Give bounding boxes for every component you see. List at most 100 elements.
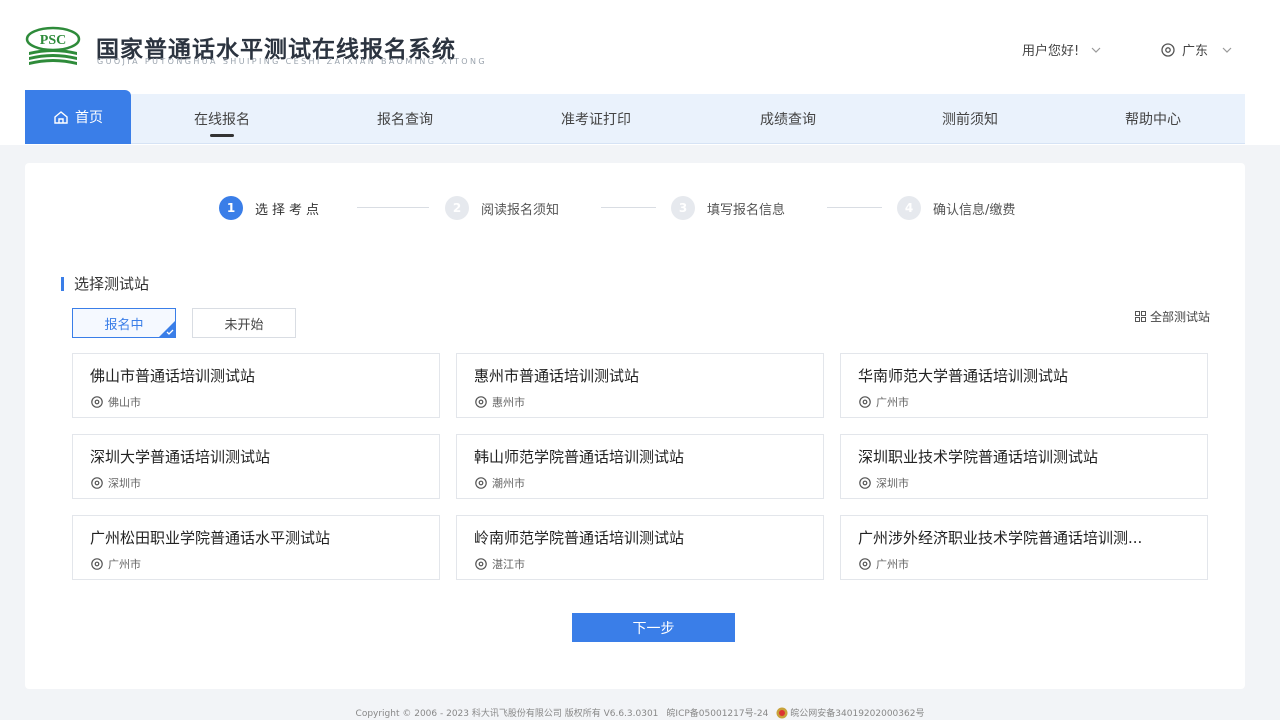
station-city: 深圳市	[876, 477, 909, 490]
psc-logo: PSC	[25, 26, 81, 70]
station-location: 广州市	[858, 556, 1190, 572]
station-name: 岭南师范学院普通话培训测试站	[474, 529, 685, 547]
chevron-down-icon	[1222, 47, 1232, 53]
tab-label: 未开始	[224, 317, 264, 333]
all-stations-label: 全部测试站	[1150, 310, 1211, 324]
tab-not-started[interactable]: 未开始	[192, 308, 296, 338]
location-icon	[475, 477, 487, 489]
station-name: 深圳职业技术学院普通话培训测试站	[858, 448, 1099, 466]
step-label: 确认信息/缴费	[933, 202, 1016, 218]
station-name: 广州松田职业学院普通话水平测试站	[90, 529, 331, 547]
section-heading: 选择测试站	[61, 273, 149, 294]
site-subtitle: GUOJIA PUTONGHUA SHUIPING CESHI ZAIXIAN …	[97, 57, 487, 66]
page-footer: Copyright © 2006 - 2023 科大讯飞股份有限公司 版权所有 …	[0, 706, 1280, 719]
nav-help-center[interactable]: 帮助中心	[1108, 94, 1198, 144]
nav-registration-query[interactable]: 报名查询	[360, 94, 450, 144]
location-icon	[475, 558, 487, 570]
icp-link[interactable]: 皖ICP备05001217号-24	[666, 706, 768, 719]
step-number: 3	[671, 196, 695, 220]
main-nav: 首页 在线报名 报名查询 准考证打印 成绩查询 测前须知 帮助中心	[25, 90, 1245, 144]
station-city: 湛江市	[492, 558, 525, 571]
location-icon	[1161, 42, 1175, 57]
svg-text:PSC: PSC	[40, 33, 66, 48]
step-label: 选择考点	[255, 202, 324, 218]
step-select-site: 1 选择考点	[219, 196, 323, 220]
step-divider	[827, 207, 882, 208]
tab-registering[interactable]: 报名中	[72, 308, 176, 338]
police-record-text: 皖公网安备34019202000362号	[790, 709, 925, 719]
step-number: 1	[219, 196, 243, 220]
station-name: 深圳大学普通话培训测试站	[90, 448, 271, 466]
station-location: 湛江市	[474, 556, 806, 572]
location-icon	[859, 477, 871, 489]
station-card[interactable]: 广州涉外经济职业技术学院普通话培训测... 广州市	[840, 515, 1208, 580]
step-number: 4	[897, 196, 921, 220]
step-read-notice: 2 阅读报名须知	[445, 196, 559, 220]
station-location: 佛山市	[90, 394, 422, 410]
police-record[interactable]: 皖公网安备34019202000362号	[776, 706, 924, 719]
region-selector[interactable]: 广东	[1160, 40, 1232, 59]
police-badge-icon	[776, 707, 788, 718]
station-name: 广州涉外经济职业技术学院普通话培训测...	[858, 529, 1143, 547]
station-card[interactable]: 华南师范大学普通话培训测试站 广州市	[840, 353, 1208, 418]
nav-home[interactable]: 首页	[25, 90, 131, 144]
home-icon	[54, 111, 68, 124]
station-card[interactable]: 韩山师范学院普通话培训测试站 潮州市	[456, 434, 824, 499]
location-icon	[91, 558, 103, 570]
region-label: 广东	[1182, 44, 1209, 59]
nav-pre-test-notice[interactable]: 测前须知	[925, 94, 1015, 144]
station-card[interactable]: 佛山市普通话培训测试站 佛山市	[72, 353, 440, 418]
station-name: 韩山师范学院普通话培训测试站	[474, 448, 685, 466]
station-card[interactable]: 深圳职业技术学院普通话培训测试站 深圳市	[840, 434, 1208, 499]
section-accent-bar	[61, 276, 64, 291]
station-location: 潮州市	[474, 475, 806, 491]
station-city: 佛山市	[108, 396, 141, 409]
location-icon	[859, 558, 871, 570]
progress-steps: 1 选择考点 2 阅读报名须知 3 填写报名信息 4 确认信息/缴费	[219, 196, 1059, 220]
station-location: 惠州市	[474, 394, 806, 410]
step-divider	[601, 207, 656, 208]
nav-online-registration[interactable]: 在线报名	[177, 94, 267, 144]
step-fill-info: 3 填写报名信息	[671, 196, 785, 220]
user-greeting: 用户您好!	[1022, 44, 1080, 59]
station-card[interactable]: 深圳大学普通话培训测试站 深圳市	[72, 434, 440, 499]
station-city: 广州市	[876, 396, 909, 409]
station-city: 深圳市	[108, 477, 141, 490]
next-step-button[interactable]: 下一步	[572, 613, 735, 642]
nav-home-label: 首页	[75, 110, 103, 126]
chevron-down-icon	[1091, 47, 1101, 53]
location-icon	[91, 477, 103, 489]
station-card[interactable]: 惠州市普通话培训测试站 惠州市	[456, 353, 824, 418]
check-icon	[166, 329, 174, 335]
station-card[interactable]: 岭南师范学院普通话培训测试站 湛江市	[456, 515, 824, 580]
location-icon	[91, 396, 103, 408]
copyright-text: Copyright © 2006 - 2023 科大讯飞股份有限公司 版权所有 …	[355, 709, 659, 719]
station-location: 深圳市	[858, 475, 1190, 491]
station-location: 广州市	[90, 556, 422, 572]
station-name: 惠州市普通话培训测试站	[474, 367, 640, 385]
location-icon	[859, 396, 871, 408]
station-city: 广州市	[108, 558, 141, 571]
top-header: PSC 国家普通话水平测试在线报名系统 GUOJIA PUTONGHUA SHU…	[0, 0, 1280, 145]
location-icon	[475, 396, 487, 408]
user-menu[interactable]: 用户您好!	[1022, 40, 1101, 59]
station-card[interactable]: 广州松田职业学院普通话水平测试站 广州市	[72, 515, 440, 580]
station-location: 广州市	[858, 394, 1190, 410]
all-stations-link[interactable]: 全部测试站	[1135, 308, 1210, 325]
station-location: 深圳市	[90, 475, 422, 491]
step-number: 2	[445, 196, 469, 220]
nav-admission-ticket[interactable]: 准考证打印	[541, 94, 651, 144]
station-city: 惠州市	[492, 396, 525, 409]
step-divider	[357, 207, 429, 208]
tab-label: 报名中	[104, 317, 144, 333]
station-name: 佛山市普通话培训测试站	[90, 367, 256, 385]
nav-score-query[interactable]: 成绩查询	[743, 94, 833, 144]
step-label: 阅读报名须知	[481, 202, 560, 218]
section-title: 选择测试站	[74, 275, 150, 293]
step-confirm-pay: 4 确认信息/缴费	[897, 196, 1015, 220]
station-city: 广州市	[876, 558, 909, 571]
station-name: 华南师范大学普通话培训测试站	[858, 367, 1069, 385]
station-city: 潮州市	[492, 477, 525, 490]
grid-icon	[1135, 311, 1146, 322]
registration-card: 1 选择考点 2 阅读报名须知 3 填写报名信息 4 确认信息/缴费 选择测试站…	[25, 163, 1245, 689]
